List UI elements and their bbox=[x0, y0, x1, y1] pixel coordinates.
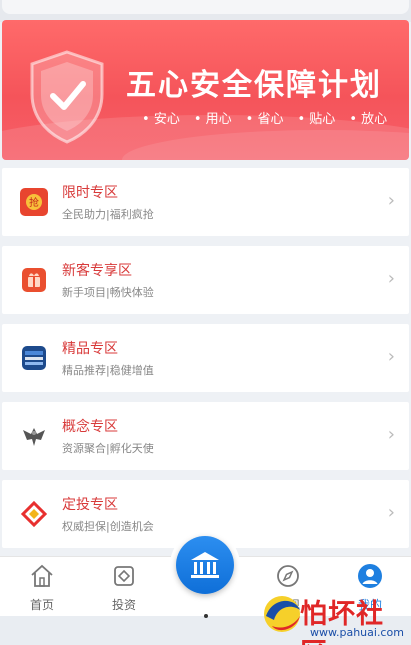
section-card-premium[interactable]: 精品专区 精品推荐|稳健增值 › bbox=[2, 324, 409, 392]
section-title: 限时专区 bbox=[62, 185, 118, 201]
section-subtitle: 资源聚合|孵化天使 bbox=[62, 442, 154, 455]
eagle-icon bbox=[20, 422, 48, 450]
svg-text:抢: 抢 bbox=[29, 196, 39, 209]
tab-home[interactable]: 首页 bbox=[12, 563, 72, 613]
banner-tag: 省心 bbox=[246, 108, 283, 127]
chevron-right-icon: › bbox=[387, 190, 395, 211]
banner-tag: 放心 bbox=[349, 108, 387, 127]
bank-icon bbox=[191, 552, 219, 578]
home-icon bbox=[31, 564, 53, 587]
security-banner[interactable]: 五心安全保障计划 安心 用心 省心 贴心 放心 bbox=[2, 20, 409, 160]
section-subtitle: 全民助力|福利疯抢 bbox=[62, 208, 154, 221]
section-title: 精品专区 bbox=[62, 341, 118, 357]
section-subtitle: 精品推荐|稳健增值 bbox=[62, 364, 154, 377]
tab-home-label: 首页 bbox=[29, 598, 54, 612]
premium-badge-icon bbox=[20, 344, 48, 372]
chevron-right-icon: › bbox=[387, 502, 395, 523]
section-card-concept[interactable]: 概念专区 资源聚合|孵化天使 › bbox=[2, 402, 409, 470]
app-screen: 五心安全保障计划 安心 用心 省心 贴心 放心 抢 限时专区 全民助力|福利疯抢… bbox=[0, 0, 411, 645]
shield-check-icon bbox=[30, 50, 104, 144]
fixed-invest-logo-icon bbox=[20, 500, 48, 528]
section-title: 概念专区 bbox=[62, 419, 118, 435]
section-subtitle: 权威担保|创造机会 bbox=[62, 520, 154, 533]
banner-tag: 用心 bbox=[194, 108, 232, 127]
watermark: 怕坏社区 www.pahuai.com bbox=[256, 586, 411, 645]
diamond-icon bbox=[114, 566, 134, 586]
banner-tag: 贴心 bbox=[297, 108, 335, 127]
section-title: 定投专区 bbox=[62, 497, 118, 513]
bank-center-button[interactable] bbox=[176, 536, 234, 594]
chevron-right-icon: › bbox=[387, 424, 395, 445]
banner-tag: 安心 bbox=[142, 108, 180, 127]
banner-tags: 安心 用心 省心 贴心 放心 bbox=[142, 108, 387, 127]
chevron-right-icon: › bbox=[387, 346, 395, 367]
banner-title: 五心安全保障计划 bbox=[126, 68, 382, 103]
tab-invest[interactable]: 投资 bbox=[94, 563, 154, 613]
top-strip bbox=[0, 0, 411, 22]
chevron-right-icon: › bbox=[387, 268, 395, 289]
section-card-limited[interactable]: 抢 限时专区 全民助力|福利疯抢 › bbox=[2, 168, 409, 236]
section-card-newcomer[interactable]: 新客专享区 新手项目|畅快体验 › bbox=[2, 246, 409, 314]
section-title: 新客专享区 bbox=[62, 263, 132, 279]
qiang-icon: 抢 bbox=[20, 188, 48, 216]
section-subtitle: 新手项目|畅快体验 bbox=[62, 286, 154, 299]
tab-invest-label: 投资 bbox=[111, 598, 136, 612]
watermark-url: www.pahuai.com bbox=[310, 626, 404, 639]
gift-icon bbox=[20, 266, 48, 294]
